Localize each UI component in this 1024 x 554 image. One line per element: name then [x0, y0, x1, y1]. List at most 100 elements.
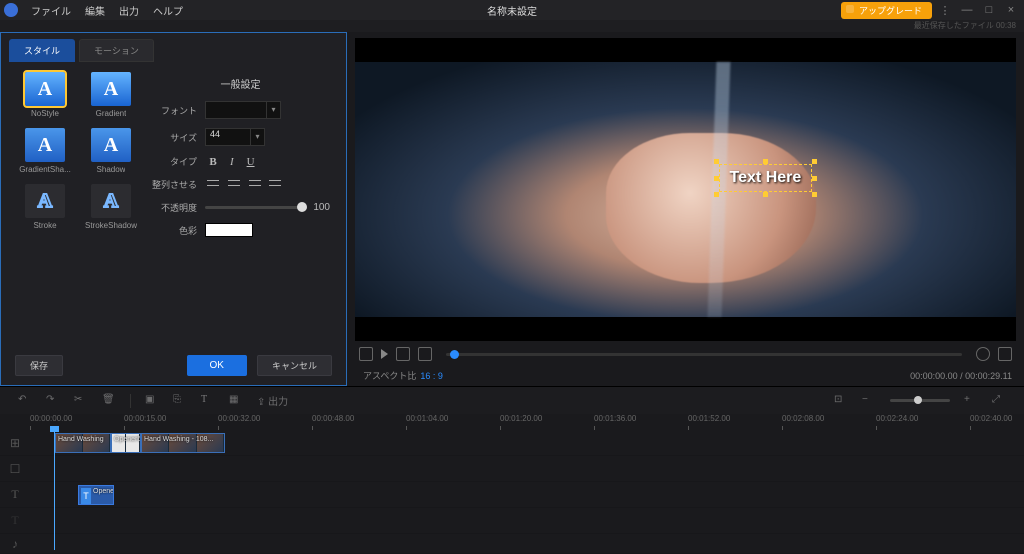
menu-編集[interactable]: 編集	[78, 7, 112, 18]
style-tile-Stroke[interactable]: A Stroke	[19, 184, 71, 230]
font-select[interactable]	[205, 101, 267, 119]
align-center-icon[interactable]	[226, 177, 242, 189]
style-tile-NoStyle[interactable]: A NoStyle	[19, 72, 71, 118]
style-label: StrokeShadow	[85, 221, 137, 230]
cut-icon[interactable]: ✂	[74, 394, 88, 408]
menu-出力[interactable]: 出力	[112, 7, 146, 18]
style-preview: A	[25, 72, 65, 106]
menu-bar: ファイル編集出力ヘルプ 名称未設定 アップグレード ⋮ — □ ×	[0, 0, 1024, 20]
upgrade-button[interactable]: アップグレード	[841, 2, 932, 19]
style-label: Shadow	[97, 165, 126, 174]
chevron-down-icon[interactable]: ▾	[251, 128, 265, 146]
align-label: 整列させる	[151, 178, 205, 191]
align-justify-icon[interactable]	[267, 177, 283, 189]
overlay-track[interactable]	[30, 456, 1024, 481]
style-preview: A	[91, 184, 131, 218]
prev-frame-button[interactable]	[359, 347, 373, 361]
style-preview: A	[91, 128, 131, 162]
last-saved-bar: 最近保存したファイル 00:38	[0, 20, 1024, 32]
italic-button[interactable]: I	[224, 156, 240, 168]
zoom-to-fit-icon[interactable]: ⊡	[834, 394, 848, 408]
audio-track[interactable]	[30, 534, 1024, 553]
next-frame-button[interactable]	[396, 347, 410, 361]
more-icon[interactable]: ⋮	[936, 4, 954, 17]
ruler-tick: 00:01:36.00	[594, 414, 636, 423]
tab-style[interactable]: スタイル	[9, 39, 75, 62]
style-tile-Shadow[interactable]: A Shadow	[85, 128, 137, 174]
ruler-tick: 00:00:15.00	[124, 414, 166, 423]
video-track-icon[interactable]: ⊞	[0, 436, 30, 450]
timeline-toolbar: ↶ ↷ ✂ 🗑 ▣ ⎘ T ▦ ⇪ 出力 ⊡ − + ⤢	[0, 386, 1024, 414]
opacity-slider[interactable]	[205, 206, 307, 209]
stop-button[interactable]	[418, 347, 432, 361]
crop-icon[interactable]: ▣	[145, 394, 159, 408]
minimize-icon[interactable]: —	[958, 4, 976, 16]
snapshot-button[interactable]	[976, 347, 990, 361]
zoom-slider[interactable]	[890, 399, 950, 402]
cancel-button[interactable]: キャンセル	[257, 355, 332, 376]
style-label: Gradient	[96, 109, 127, 118]
menu-ヘルプ[interactable]: ヘルプ	[146, 7, 190, 18]
audio-track-icon[interactable]: ♪	[0, 537, 30, 551]
style-preview: A	[25, 128, 65, 162]
text-track-icon[interactable]: T	[0, 487, 30, 502]
align-right-icon[interactable]	[247, 177, 263, 189]
zoom-in-icon[interactable]: +	[964, 394, 978, 408]
size-input[interactable]: 44	[205, 128, 251, 146]
timeline-tracks: ⊞ Hand WashingOpener6Hand Washing - 108.…	[0, 430, 1024, 550]
video-clip[interactable]: Opener6	[111, 433, 141, 453]
text-overlay-box[interactable]: Text Here	[719, 164, 813, 192]
seek-bar[interactable]	[446, 353, 962, 356]
ruler-tick: 00:01:52.00	[688, 414, 730, 423]
ruler-tick: 00:01:20.00	[500, 414, 542, 423]
menu-ファイル[interactable]: ファイル	[24, 7, 78, 18]
video-preview[interactable]: Text Here	[355, 38, 1016, 341]
split-icon[interactable]: ⎘	[173, 394, 187, 408]
aspect-ratio: アスペクト比16 : 9	[359, 369, 443, 382]
underline-button[interactable]: U	[243, 156, 259, 168]
video-clip[interactable]: Hand Washing	[55, 433, 111, 453]
ruler-tick: 00:02:24.00	[876, 414, 918, 423]
undo-icon[interactable]: ↶	[18, 394, 32, 408]
size-label: サイズ	[151, 131, 205, 144]
color-swatch[interactable]	[205, 223, 253, 237]
text-track-2[interactable]	[30, 508, 1024, 533]
tab-motion[interactable]: モーション	[79, 39, 154, 62]
chevron-down-icon[interactable]: ▾	[267, 101, 281, 119]
timeline-ruler[interactable]: 00:00:00.0000:00:15.0000:00:32.0000:00:4…	[30, 414, 1024, 430]
color-label: 色彩	[151, 224, 205, 237]
style-label: NoStyle	[31, 109, 59, 118]
mosaic-icon[interactable]: ▦	[229, 394, 243, 408]
fullscreen-button[interactable]	[998, 347, 1012, 361]
redo-icon[interactable]: ↷	[46, 394, 60, 408]
close-icon[interactable]: ×	[1002, 4, 1020, 16]
maximize-icon[interactable]: □	[980, 4, 998, 16]
style-preview: A	[25, 184, 65, 218]
style-tile-Gradient[interactable]: A Gradient	[85, 72, 137, 118]
ok-button[interactable]: OK	[187, 355, 247, 376]
text-tool-icon[interactable]: T	[201, 394, 215, 408]
video-clip[interactable]: Hand Washing - 108...	[141, 433, 225, 453]
font-label: フォント	[151, 104, 205, 117]
playhead[interactable]	[54, 430, 55, 550]
text-track[interactable]: TOpene	[30, 482, 1024, 507]
text-track-2-icon[interactable]: T	[0, 513, 30, 528]
zoom-out-icon[interactable]: −	[862, 394, 876, 408]
text-clip[interactable]: TOpene	[78, 485, 114, 505]
ruler-tick: 00:01:04.00	[406, 414, 448, 423]
overlay-track-icon[interactable]: ☐	[0, 462, 30, 476]
bold-button[interactable]: B	[205, 156, 221, 168]
export-button[interactable]: ⇪ 出力	[257, 393, 288, 408]
style-preview: A	[91, 72, 131, 106]
save-button[interactable]: 保存	[15, 355, 63, 376]
style-label: Stroke	[33, 221, 56, 230]
style-tile-StrokeShadow[interactable]: A StrokeShadow	[85, 184, 137, 230]
trash-icon[interactable]: 🗑	[102, 394, 116, 408]
ruler-tick: 00:00:00.00	[30, 414, 72, 423]
video-track[interactable]: Hand WashingOpener6Hand Washing - 108...	[30, 430, 1024, 455]
window-title: 名称未設定	[487, 3, 537, 18]
style-tile-GradientSha...[interactable]: AGradientSha...	[19, 128, 71, 174]
zoom-full-icon[interactable]: ⤢	[992, 394, 1006, 408]
align-left-icon[interactable]	[205, 177, 221, 189]
play-button[interactable]	[381, 349, 388, 359]
